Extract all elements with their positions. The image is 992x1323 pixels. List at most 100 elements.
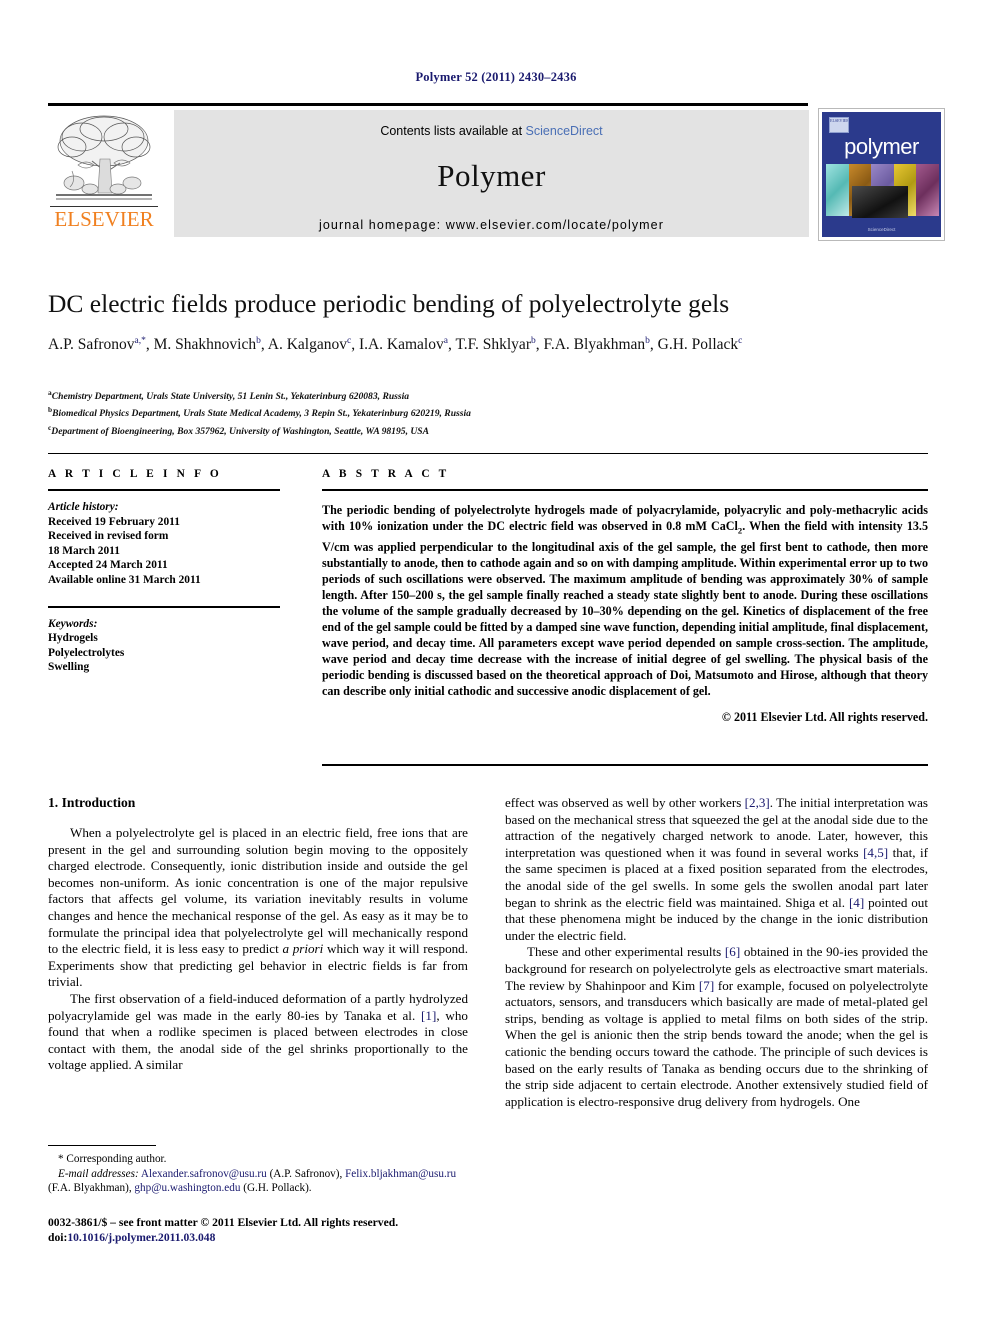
affiliation-list: aChemistry Department, Urals State Unive… xyxy=(48,386,928,438)
author-0: A.P. Safronova,* xyxy=(48,336,146,354)
keywords-rule xyxy=(48,605,280,608)
reference-link-7[interactable]: [7] xyxy=(699,978,714,993)
article-history-2: 18 March 2011 xyxy=(48,544,120,557)
article-history-4: Available online 31 March 2011 xyxy=(48,573,201,586)
elsevier-tree-icon xyxy=(52,111,156,208)
author-6: G.H. Pollackc xyxy=(657,336,743,354)
article-history-0: Received 19 February 2011 xyxy=(48,515,180,528)
paragraph-right-2-a: These and other experimental results xyxy=(527,944,725,960)
author-3-sup: a xyxy=(443,336,448,346)
elsevier-logo: ELSEVIER xyxy=(48,109,160,237)
abstract-column: A B S T R A C T The periodic bending of … xyxy=(322,468,928,725)
paragraph-right-2: These and other experimental results [6]… xyxy=(505,944,928,1110)
paragraph-left-1-a: When a polyelectrolyte gel is placed in … xyxy=(48,825,468,957)
doi-label: doi: xyxy=(48,1231,68,1245)
footnote-block: * Corresponding author. E-mail addresses… xyxy=(48,1152,468,1196)
affiliation-a-text: Chemistry Department, Urals State Univer… xyxy=(51,391,410,403)
email-addresses-label: E-mail addresses: xyxy=(58,1167,139,1180)
paragraph-right-2-c: for example, focused on polyelectrolyte … xyxy=(505,977,928,1109)
article-history-label: Article history: xyxy=(48,501,119,513)
affiliation-b: bBiomedical Physics Department, Urals St… xyxy=(48,403,928,420)
paragraph-right-1-a: effect was observed as well by other wor… xyxy=(505,795,745,810)
reference-link-4[interactable]: [4] xyxy=(849,895,864,910)
email-addresses: E-mail addresses: Alexander.safronov@usu… xyxy=(48,1167,468,1196)
abstract-copyright: © 2011 Elsevier Ltd. All rights reserved… xyxy=(721,709,928,724)
corresponding-author-note: * Corresponding author. xyxy=(58,1153,167,1165)
issn-front-matter: 0032-3861/$ – see front matter © 2011 El… xyxy=(48,1216,399,1229)
author-2: A. Kalganovc xyxy=(267,336,352,354)
footnote-rule xyxy=(48,1145,156,1146)
article-history: Article history: Received 19 February 20… xyxy=(48,500,280,588)
running-head: Polymer 52 (2011) 2430–2436 xyxy=(415,70,577,84)
affiliation-a: aChemistry Department, Urals State Unive… xyxy=(48,386,928,403)
doi-line: doi:10.1016/j.polymer.2011.03.048 xyxy=(48,1230,478,1245)
keyword-2: Swelling xyxy=(48,661,90,674)
article-info-heading: A R T I C L E I N F O xyxy=(48,468,222,480)
paragraph-left-1-italic: a priori xyxy=(282,941,324,957)
abstract-heading: A B S T R A C T xyxy=(322,468,450,480)
article-history-3: Accepted 24 March 2011 xyxy=(48,559,168,572)
email-owner-2: (F.A. Blyakhman), xyxy=(48,1182,135,1195)
author-5: F.A. Blyakhmanb xyxy=(543,336,650,354)
article-info-rule xyxy=(48,489,280,491)
affiliation-c-text: Department of Bioengineering, Box 357962… xyxy=(51,426,430,438)
body-column-right: effect was observed as well by other wor… xyxy=(505,795,928,1110)
cover-journal-word: polymer xyxy=(844,134,919,159)
reference-link-4-5[interactable]: [4,5] xyxy=(863,845,888,860)
abstract-part-2: . When the field with intensity 13.5 V/c… xyxy=(322,519,928,699)
paragraph-left-2-a: The first observation of a field-induced… xyxy=(48,990,468,1023)
keywords-block: Keywords: Hydrogels Polyelectrolytes Swe… xyxy=(48,617,280,675)
email-owner-1: (A.P. Safronov), xyxy=(266,1167,346,1180)
reference-link-6[interactable]: [6] xyxy=(725,944,740,959)
page-footer: 0032-3861/$ – see front matter © 2011 El… xyxy=(48,1215,478,1245)
sciencedirect-link[interactable]: ScienceDirect xyxy=(526,124,603,138)
email-owner-3: (G.H. Pollack). xyxy=(240,1182,312,1195)
keyword-1: Polyelectrolytes xyxy=(48,646,125,659)
author-3: I.A. Kamalova xyxy=(358,336,448,354)
cover-micrograph xyxy=(852,186,908,218)
email-link-1[interactable]: Alexander.safronov@usu.ru xyxy=(141,1168,267,1180)
cover-bottom-label: ScienceDirect xyxy=(867,227,896,232)
cover-publisher-mark: ELSEVIER xyxy=(829,117,849,133)
abstract-bottom-rule xyxy=(322,764,928,766)
author-4-sup: b xyxy=(530,336,536,346)
paragraph-right-1: effect was observed as well by other wor… xyxy=(505,795,928,944)
abstract-rule xyxy=(322,489,928,491)
article-page: Polymer 52 (2011) 2430–2436 ELSEVIER Con… xyxy=(0,0,992,1323)
reference-link-1[interactable]: [1] xyxy=(421,1008,436,1023)
page-title: DC electric fields produce periodic bend… xyxy=(48,289,730,318)
author-0-sup: a,* xyxy=(134,336,146,346)
contents-available-line: Contents lists available at ScienceDirec… xyxy=(174,124,809,138)
abstract-text: The periodic bending of polyelectrolyte … xyxy=(322,502,928,700)
journal-banner: Contents lists available at ScienceDirec… xyxy=(174,110,809,237)
body-column-left: 1. Introduction When a polyelectrolyte g… xyxy=(48,795,468,1074)
email-link-2[interactable]: Felix.bljakhman@usu.ru xyxy=(345,1168,456,1180)
author-4: T.F. Shklyarb xyxy=(455,336,536,354)
keywords-label: Keywords: xyxy=(48,617,98,630)
reference-link-2-3[interactable]: [2,3] xyxy=(745,795,770,810)
contents-prefix: Contents lists available at xyxy=(380,124,526,138)
journal-cover-thumbnail[interactable]: ELSEVIER polymer ScienceDirect xyxy=(818,108,945,241)
paragraph-left-1: When a polyelectrolyte gel is placed in … xyxy=(48,825,468,991)
journal-masthead: ELSEVIER Contents lists available at Sci… xyxy=(48,103,945,241)
journal-homepage-line[interactable]: journal homepage: www.elsevier.com/locat… xyxy=(174,218,809,232)
author-1-sup: b xyxy=(256,336,261,346)
elsevier-wordmark: ELSEVIER xyxy=(54,207,154,231)
author-list: A.P. Safronova,*, M. Shakhnovichb, A. Ka… xyxy=(48,336,743,354)
affiliation-b-text: Biomedical Physics Department, Urals Sta… xyxy=(52,408,471,420)
article-history-1: Received in revised form xyxy=(48,530,169,543)
doi-link[interactable]: 10.1016/j.polymer.2011.03.048 xyxy=(67,1231,215,1244)
paragraph-left-2: The first observation of a field-induced… xyxy=(48,991,468,1074)
journal-title: Polymer xyxy=(437,158,546,193)
author-6-sup: c xyxy=(738,336,743,346)
affiliation-c: cDepartment of Bioengineering, Box 35796… xyxy=(48,421,928,438)
keyword-0: Hydrogels xyxy=(48,632,98,645)
author-1: M. Shakhnovichb xyxy=(153,336,261,354)
section-heading-introduction: 1. Introduction xyxy=(48,795,136,810)
author-5-sup: b xyxy=(645,336,650,346)
info-section-top-rule xyxy=(48,453,928,454)
email-link-3[interactable]: ghp@u.washington.edu xyxy=(134,1182,240,1194)
author-2-sup: c xyxy=(346,336,352,346)
cover-inner: ELSEVIER polymer ScienceDirect xyxy=(822,112,941,237)
article-info-column: A R T I C L E I N F O Article history: R… xyxy=(48,468,280,675)
